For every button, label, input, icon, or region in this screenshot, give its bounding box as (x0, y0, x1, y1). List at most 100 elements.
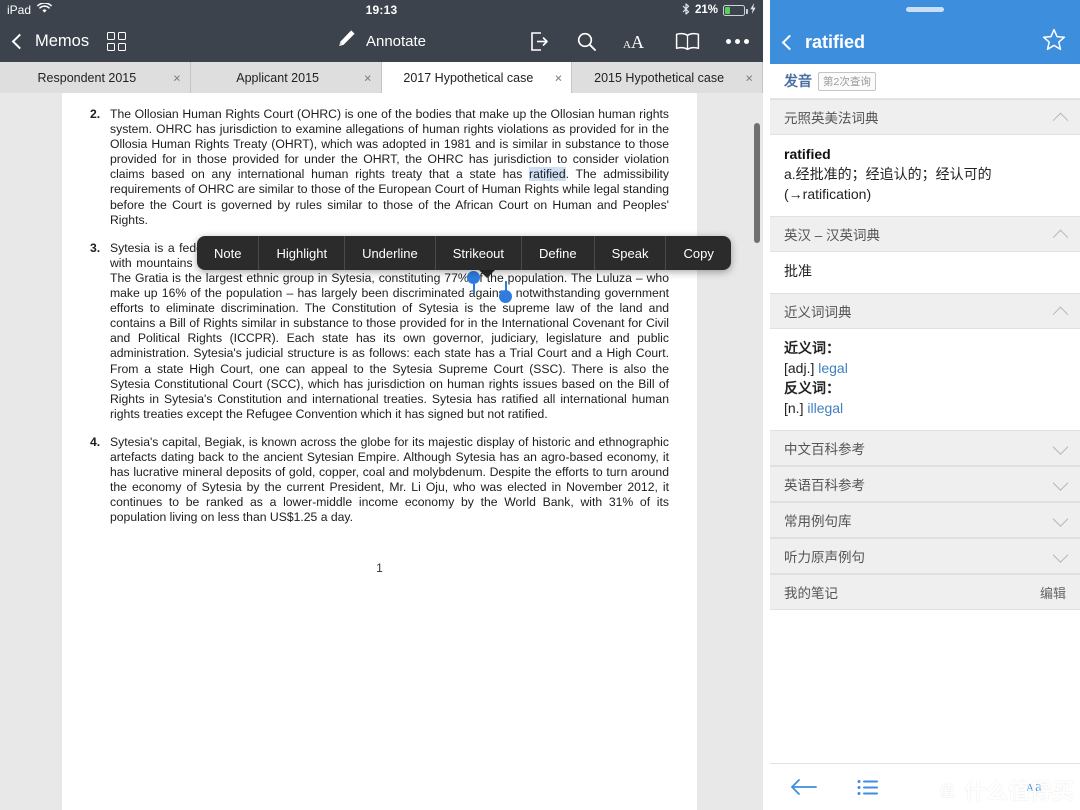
selected-word[interactable]: ratified (529, 167, 566, 182)
tab-close-icon[interactable]: × (173, 71, 181, 84)
more-dots-icon[interactable] (726, 38, 749, 44)
section-header-my-notes[interactable]: 我的笔记 编辑 (770, 574, 1080, 610)
definition-line: a.经批准的；经追认的；经认可的 (784, 166, 992, 182)
definition-line: (→ratification) (784, 186, 872, 202)
page-number: 1 (376, 561, 383, 576)
caret-down-icon (1052, 546, 1069, 563)
status-bar-clock: 19:13 (365, 3, 398, 17)
paragraph-text: Sytesia's capital, Begiak, is known acro… (110, 434, 669, 525)
dictionary-panel: ratified 发音 第2次查询 元照英美法词典 ratified a.经批准… (770, 0, 1080, 810)
menu-item-underline[interactable]: Underline (345, 236, 436, 270)
tab-close-icon[interactable]: × (555, 71, 563, 84)
section-body-en-cn-dict: 批准 (770, 252, 1080, 293)
svg-text:A: A (631, 32, 644, 51)
document-page-1: 2. The Ollosian Human Rights Court (OHRC… (62, 93, 697, 810)
antonym-word[interactable]: illegal (807, 400, 843, 416)
reader-toolbar: Memos Annotate A A (0, 20, 763, 62)
screen: iPad 19:13 21% Memos Annotate A A Respon… (0, 0, 1080, 810)
antonym-pos: [n.] (784, 400, 804, 416)
device-label: iPad (7, 3, 32, 17)
grid-view-icon[interactable] (107, 31, 127, 51)
list-icon[interactable] (857, 779, 879, 796)
tab-applicant-2015[interactable]: Applicant 2015 × (190, 62, 382, 93)
back-to-memos-button[interactable]: Memos (11, 32, 89, 51)
pdf-reader-app: iPad 19:13 21% Memos Annotate A A Respon… (0, 0, 763, 810)
section-title: 听力原声例句 (784, 550, 865, 565)
edit-notes-button[interactable]: 编辑 (1040, 583, 1066, 602)
pronunciation-row[interactable]: 发音 第2次查询 (770, 64, 1080, 99)
antonyms-label: 反义词： (784, 380, 840, 396)
synonym-entry: [adj.] legal (784, 358, 1066, 378)
annotate-label: Annotate (365, 32, 427, 50)
toolbar-left-group: Memos (11, 31, 127, 51)
menu-item-speak[interactable]: Speak (595, 236, 667, 270)
menu-item-define[interactable]: Define (522, 236, 595, 270)
context-menu-arrow (478, 269, 496, 278)
tab-close-icon[interactable]: × (745, 71, 753, 84)
section-title: 元照英美法词典 (784, 111, 879, 126)
status-bar-left: iPad (7, 2, 52, 17)
section-header-chinese-encyclopedia[interactable]: 中文百科参考 (770, 430, 1080, 466)
arrow-left-icon[interactable] (790, 778, 817, 796)
definition-line: 批准 (784, 263, 812, 279)
paragraph-text: The Ollosian Human Rights Court (OHRC) i… (110, 107, 669, 228)
tab-label: 2015 Hypothetical case (594, 70, 725, 85)
menu-item-note[interactable]: Note (197, 236, 260, 270)
section-header-example-sentences[interactable]: 常用例句库 (770, 502, 1080, 538)
svg-text:A: A (1026, 782, 1034, 794)
pencil-icon (337, 29, 356, 53)
antonym-entry: [n.] illegal (784, 398, 1066, 418)
tab-respondent-2015[interactable]: Respondent 2015 × (0, 62, 191, 93)
caret-down-icon (1052, 510, 1069, 527)
section-header-audio-examples[interactable]: 听力原声例句 (770, 538, 1080, 574)
tab-2015-hypothetical-case[interactable]: 2015 Hypothetical case × (572, 62, 763, 93)
synonyms-label: 近义词： (784, 340, 840, 356)
dictionary-word: ratified (805, 31, 866, 52)
synonym-word[interactable]: legal (818, 360, 848, 376)
status-bar: iPad 19:13 21% (0, 0, 763, 20)
section-header-synonyms[interactable]: 近义词词典 (770, 293, 1080, 329)
bluetooth-icon (682, 2, 690, 18)
document-scroll-area[interactable]: 2. The Ollosian Human Rights Court (OHRC… (0, 93, 763, 810)
caret-up-icon (1052, 112, 1069, 128)
toolbar-right-group: A A (529, 31, 749, 52)
section-title: 近义词词典 (784, 305, 852, 320)
menu-item-copy[interactable]: Copy (666, 236, 730, 270)
vertical-scrollbar[interactable] (754, 123, 760, 243)
pronunciation-label: 发音 (784, 73, 812, 89)
caret-down-icon (1052, 474, 1069, 491)
panel-drag-handle[interactable] (770, 0, 1080, 20)
tab-bar: Respondent 2015 × Applicant 2015 × 2017 … (0, 62, 763, 94)
section-header-yuanzhao-law-dict[interactable]: 元照英美法词典 (770, 99, 1080, 135)
query-count-badge: 第2次查询 (818, 71, 876, 91)
star-icon[interactable] (1042, 28, 1066, 56)
battery-icon (723, 4, 748, 16)
text-size-icon[interactable]: A a (1026, 776, 1054, 799)
svg-text:a: a (1035, 779, 1042, 794)
section-header-english-encyclopedia[interactable]: 英语百科参考 (770, 466, 1080, 502)
paragraph-number: 3. (90, 240, 101, 255)
lightning-bolt-icon (750, 3, 756, 17)
text-selection-context-menu: Note Highlight Underline Strikeout Defin… (197, 236, 731, 270)
section-body-synonyms: 近义词： [adj.] legal 反义词： [n.] illegal (770, 329, 1080, 430)
tab-2017-hypothetical-case[interactable]: 2017 Hypothetical case × (381, 62, 573, 93)
caret-up-icon (1052, 229, 1069, 245)
menu-item-strikeout[interactable]: Strikeout (436, 236, 523, 270)
section-title: 英汉 – 汉英词典 (784, 228, 881, 243)
paragraph-4: 4. Sytesia's capital, Begiak, is known a… (90, 435, 669, 526)
menu-item-highlight[interactable]: Highlight (259, 236, 346, 270)
search-icon[interactable] (576, 31, 597, 52)
tab-close-icon[interactable]: × (364, 71, 372, 84)
section-title: 常用例句库 (784, 514, 852, 529)
section-headword: ratified (784, 146, 831, 162)
tab-label: Respondent 2015 (37, 70, 137, 85)
book-icon[interactable] (675, 32, 700, 51)
caret-up-icon (1052, 306, 1069, 322)
section-body-yuanzhao-law-dict: ratified a.经批准的；经追认的；经认可的 (→ratification… (770, 135, 1080, 216)
chevron-left-icon[interactable] (781, 34, 798, 50)
export-icon[interactable] (529, 31, 550, 52)
synonym-pos: [adj.] (784, 360, 815, 376)
section-header-en-cn-dict[interactable]: 英汉 – 汉英词典 (770, 216, 1080, 252)
text-size-icon[interactable]: A A (623, 31, 649, 51)
paragraph-2: 2. The Ollosian Human Rights Court (OHRC… (90, 107, 669, 228)
